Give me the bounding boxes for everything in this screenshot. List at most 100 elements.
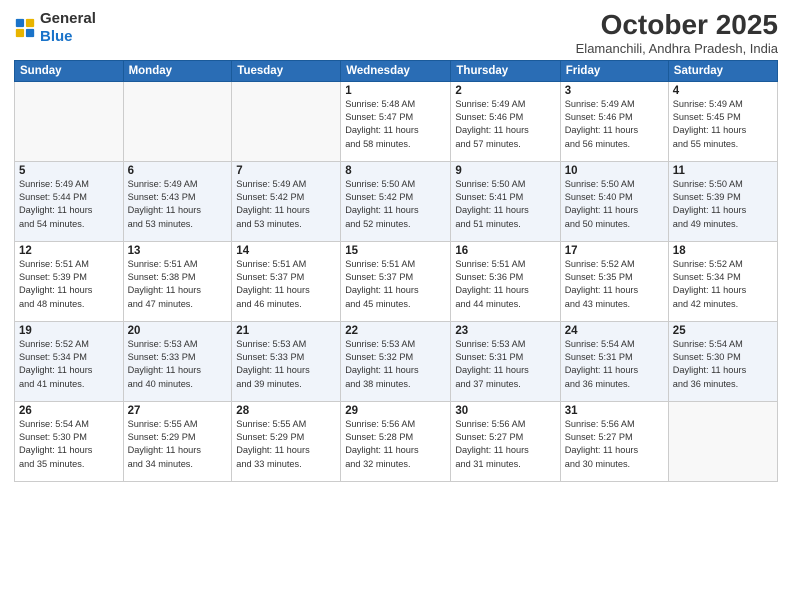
day-info: Sunrise: 5:54 AM Sunset: 5:30 PM Dayligh… bbox=[673, 338, 773, 391]
day-info: Sunrise: 5:52 AM Sunset: 5:34 PM Dayligh… bbox=[673, 258, 773, 311]
calendar-day-cell: 18Sunrise: 5:52 AM Sunset: 5:34 PM Dayli… bbox=[668, 241, 777, 321]
day-number: 4 bbox=[673, 85, 773, 97]
day-info: Sunrise: 5:54 AM Sunset: 5:31 PM Dayligh… bbox=[565, 338, 664, 391]
calendar-table: Sunday Monday Tuesday Wednesday Thursday… bbox=[14, 60, 778, 482]
day-number: 17 bbox=[565, 245, 664, 257]
day-number: 21 bbox=[236, 325, 336, 337]
day-info: Sunrise: 5:49 AM Sunset: 5:46 PM Dayligh… bbox=[565, 98, 664, 151]
day-number: 29 bbox=[345, 405, 446, 417]
day-number: 3 bbox=[565, 85, 664, 97]
header-tuesday: Tuesday bbox=[232, 60, 341, 81]
calendar-day-cell: 22Sunrise: 5:53 AM Sunset: 5:32 PM Dayli… bbox=[341, 321, 451, 401]
weekday-header-row: Sunday Monday Tuesday Wednesday Thursday… bbox=[15, 60, 778, 81]
location-subtitle: Elamanchili, Andhra Pradesh, India bbox=[576, 41, 778, 56]
day-number: 30 bbox=[455, 405, 555, 417]
logo-text: General Blue bbox=[40, 10, 96, 46]
day-info: Sunrise: 5:55 AM Sunset: 5:29 PM Dayligh… bbox=[128, 418, 228, 471]
calendar-day-cell bbox=[668, 401, 777, 481]
calendar-day-cell: 6Sunrise: 5:49 AM Sunset: 5:43 PM Daylig… bbox=[123, 161, 232, 241]
day-info: Sunrise: 5:51 AM Sunset: 5:36 PM Dayligh… bbox=[455, 258, 555, 311]
page-container: General Blue October 2025 Elamanchili, A… bbox=[0, 0, 792, 490]
calendar-day-cell: 8Sunrise: 5:50 AM Sunset: 5:42 PM Daylig… bbox=[341, 161, 451, 241]
header-wednesday: Wednesday bbox=[341, 60, 451, 81]
day-number: 2 bbox=[455, 85, 555, 97]
day-info: Sunrise: 5:52 AM Sunset: 5:35 PM Dayligh… bbox=[565, 258, 664, 311]
day-info: Sunrise: 5:50 AM Sunset: 5:41 PM Dayligh… bbox=[455, 178, 555, 231]
calendar-day-cell: 13Sunrise: 5:51 AM Sunset: 5:38 PM Dayli… bbox=[123, 241, 232, 321]
calendar-day-cell: 24Sunrise: 5:54 AM Sunset: 5:31 PM Dayli… bbox=[560, 321, 668, 401]
day-number: 26 bbox=[19, 405, 119, 417]
calendar-day-cell: 21Sunrise: 5:53 AM Sunset: 5:33 PM Dayli… bbox=[232, 321, 341, 401]
calendar-day-cell: 3Sunrise: 5:49 AM Sunset: 5:46 PM Daylig… bbox=[560, 81, 668, 161]
month-title: October 2025 bbox=[576, 10, 778, 41]
calendar-day-cell: 23Sunrise: 5:53 AM Sunset: 5:31 PM Dayli… bbox=[451, 321, 560, 401]
calendar-day-cell: 28Sunrise: 5:55 AM Sunset: 5:29 PM Dayli… bbox=[232, 401, 341, 481]
calendar-week-row: 1Sunrise: 5:48 AM Sunset: 5:47 PM Daylig… bbox=[15, 81, 778, 161]
logo: General Blue bbox=[14, 10, 96, 46]
day-number: 20 bbox=[128, 325, 228, 337]
day-info: Sunrise: 5:52 AM Sunset: 5:34 PM Dayligh… bbox=[19, 338, 119, 391]
day-info: Sunrise: 5:53 AM Sunset: 5:31 PM Dayligh… bbox=[455, 338, 555, 391]
day-info: Sunrise: 5:49 AM Sunset: 5:44 PM Dayligh… bbox=[19, 178, 119, 231]
day-info: Sunrise: 5:51 AM Sunset: 5:38 PM Dayligh… bbox=[128, 258, 228, 311]
day-info: Sunrise: 5:51 AM Sunset: 5:37 PM Dayligh… bbox=[236, 258, 336, 311]
day-number: 11 bbox=[673, 165, 773, 177]
day-info: Sunrise: 5:49 AM Sunset: 5:45 PM Dayligh… bbox=[673, 98, 773, 151]
day-info: Sunrise: 5:55 AM Sunset: 5:29 PM Dayligh… bbox=[236, 418, 336, 471]
calendar-week-row: 26Sunrise: 5:54 AM Sunset: 5:30 PM Dayli… bbox=[15, 401, 778, 481]
calendar-day-cell: 7Sunrise: 5:49 AM Sunset: 5:42 PM Daylig… bbox=[232, 161, 341, 241]
header-sunday: Sunday bbox=[15, 60, 124, 81]
day-info: Sunrise: 5:53 AM Sunset: 5:33 PM Dayligh… bbox=[128, 338, 228, 391]
day-number: 7 bbox=[236, 165, 336, 177]
calendar-day-cell: 1Sunrise: 5:48 AM Sunset: 5:47 PM Daylig… bbox=[341, 81, 451, 161]
day-number: 19 bbox=[19, 325, 119, 337]
day-number: 25 bbox=[673, 325, 773, 337]
day-info: Sunrise: 5:53 AM Sunset: 5:32 PM Dayligh… bbox=[345, 338, 446, 391]
day-number: 9 bbox=[455, 165, 555, 177]
day-number: 10 bbox=[565, 165, 664, 177]
day-info: Sunrise: 5:49 AM Sunset: 5:42 PM Dayligh… bbox=[236, 178, 336, 231]
day-number: 28 bbox=[236, 405, 336, 417]
header: General Blue October 2025 Elamanchili, A… bbox=[14, 10, 778, 56]
calendar-day-cell: 19Sunrise: 5:52 AM Sunset: 5:34 PM Dayli… bbox=[15, 321, 124, 401]
logo-icon bbox=[14, 17, 36, 39]
calendar-week-row: 19Sunrise: 5:52 AM Sunset: 5:34 PM Dayli… bbox=[15, 321, 778, 401]
day-info: Sunrise: 5:50 AM Sunset: 5:40 PM Dayligh… bbox=[565, 178, 664, 231]
calendar-day-cell: 16Sunrise: 5:51 AM Sunset: 5:36 PM Dayli… bbox=[451, 241, 560, 321]
day-number: 15 bbox=[345, 245, 446, 257]
calendar-day-cell bbox=[123, 81, 232, 161]
day-number: 22 bbox=[345, 325, 446, 337]
day-info: Sunrise: 5:51 AM Sunset: 5:37 PM Dayligh… bbox=[345, 258, 446, 311]
calendar-day-cell: 15Sunrise: 5:51 AM Sunset: 5:37 PM Dayli… bbox=[341, 241, 451, 321]
calendar-day-cell: 20Sunrise: 5:53 AM Sunset: 5:33 PM Dayli… bbox=[123, 321, 232, 401]
day-info: Sunrise: 5:51 AM Sunset: 5:39 PM Dayligh… bbox=[19, 258, 119, 311]
day-info: Sunrise: 5:56 AM Sunset: 5:27 PM Dayligh… bbox=[565, 418, 664, 471]
day-info: Sunrise: 5:53 AM Sunset: 5:33 PM Dayligh… bbox=[236, 338, 336, 391]
calendar-day-cell: 5Sunrise: 5:49 AM Sunset: 5:44 PM Daylig… bbox=[15, 161, 124, 241]
day-info: Sunrise: 5:49 AM Sunset: 5:43 PM Dayligh… bbox=[128, 178, 228, 231]
calendar-day-cell bbox=[232, 81, 341, 161]
day-info: Sunrise: 5:56 AM Sunset: 5:28 PM Dayligh… bbox=[345, 418, 446, 471]
header-friday: Friday bbox=[560, 60, 668, 81]
title-block: October 2025 Elamanchili, Andhra Pradesh… bbox=[576, 10, 778, 56]
day-info: Sunrise: 5:54 AM Sunset: 5:30 PM Dayligh… bbox=[19, 418, 119, 471]
day-number: 31 bbox=[565, 405, 664, 417]
header-thursday: Thursday bbox=[451, 60, 560, 81]
day-number: 27 bbox=[128, 405, 228, 417]
calendar-day-cell: 17Sunrise: 5:52 AM Sunset: 5:35 PM Dayli… bbox=[560, 241, 668, 321]
calendar-day-cell: 9Sunrise: 5:50 AM Sunset: 5:41 PM Daylig… bbox=[451, 161, 560, 241]
calendar-week-row: 12Sunrise: 5:51 AM Sunset: 5:39 PM Dayli… bbox=[15, 241, 778, 321]
calendar-day-cell: 2Sunrise: 5:49 AM Sunset: 5:46 PM Daylig… bbox=[451, 81, 560, 161]
day-number: 16 bbox=[455, 245, 555, 257]
calendar-day-cell: 29Sunrise: 5:56 AM Sunset: 5:28 PM Dayli… bbox=[341, 401, 451, 481]
day-info: Sunrise: 5:56 AM Sunset: 5:27 PM Dayligh… bbox=[455, 418, 555, 471]
day-number: 24 bbox=[565, 325, 664, 337]
calendar-day-cell: 27Sunrise: 5:55 AM Sunset: 5:29 PM Dayli… bbox=[123, 401, 232, 481]
day-number: 1 bbox=[345, 85, 446, 97]
calendar-day-cell: 10Sunrise: 5:50 AM Sunset: 5:40 PM Dayli… bbox=[560, 161, 668, 241]
day-info: Sunrise: 5:49 AM Sunset: 5:46 PM Dayligh… bbox=[455, 98, 555, 151]
calendar-day-cell: 31Sunrise: 5:56 AM Sunset: 5:27 PM Dayli… bbox=[560, 401, 668, 481]
calendar-day-cell: 12Sunrise: 5:51 AM Sunset: 5:39 PM Dayli… bbox=[15, 241, 124, 321]
day-info: Sunrise: 5:50 AM Sunset: 5:39 PM Dayligh… bbox=[673, 178, 773, 231]
calendar-day-cell: 14Sunrise: 5:51 AM Sunset: 5:37 PM Dayli… bbox=[232, 241, 341, 321]
